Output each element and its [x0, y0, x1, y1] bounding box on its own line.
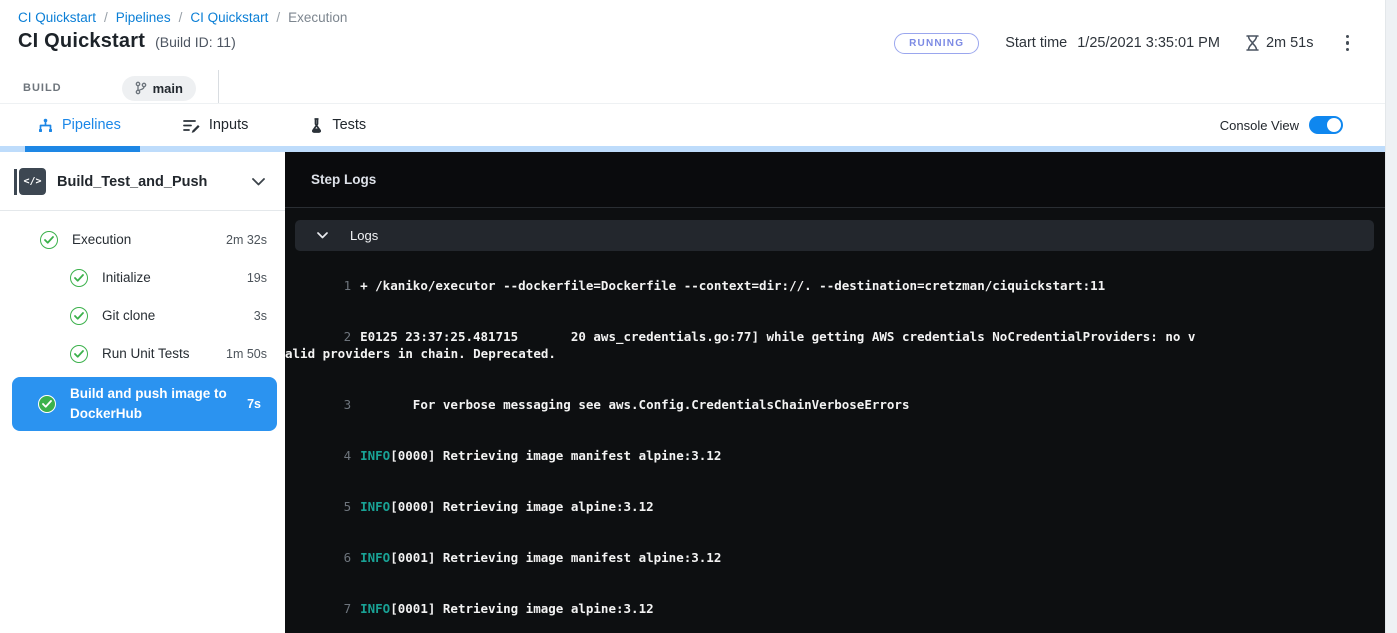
build-type-label: BUILD [23, 82, 62, 94]
chevron-down-icon [317, 232, 328, 239]
log-line-number: 6 [315, 549, 351, 566]
execution-steps-sidebar: </> Build_Test_and_Push Execution 2m 32s… [0, 152, 285, 633]
log-line-number: 1 [315, 277, 351, 294]
log-info-tag: INFO [360, 550, 390, 565]
logs-section-toggle[interactable]: Logs [295, 220, 1374, 251]
success-check-icon [70, 269, 88, 287]
breadcrumb-separator: / [104, 10, 108, 25]
step-duration: 1m 50s [226, 347, 267, 361]
step-duration: 19s [247, 271, 267, 285]
success-check-icon [40, 231, 58, 249]
hourglass-icon [1246, 35, 1259, 51]
console-view-toggle[interactable] [1309, 116, 1343, 134]
log-line-number: 3 [315, 396, 351, 413]
right-gutter [1385, 0, 1397, 633]
log-line: 2E0125 23:37:25.481715 20 aws_credential… [285, 311, 1197, 379]
console-log-output: 1 + /kaniko/executor --dockerfile=Dockerf… [285, 260, 1385, 633]
tab-tests[interactable]: Tests [310, 117, 366, 133]
build-id-label: (Build ID: 11) [155, 34, 236, 50]
success-check-icon [38, 395, 56, 413]
branch-chip[interactable]: main [122, 76, 196, 101]
log-line: 1 + /kaniko/executor --dockerfile=Dockerf… [285, 260, 1197, 311]
status-badge: RUNNING [894, 33, 979, 54]
stage-code-icon: </> [14, 168, 46, 195]
logs-section-label: Logs [350, 228, 378, 243]
step-build-and-push[interactable]: Build and push image to DockerHub 7s [12, 377, 277, 431]
breadcrumb: CI Quickstart / Pipelines / CI Quickstart / Ex… [18, 10, 347, 25]
log-line: 6 INFO[0001] Retrieving image manifest al… [285, 532, 1197, 583]
breadcrumb-separator: / [276, 10, 280, 25]
log-text: [0001] Retrieving image manifest alpine:… [390, 550, 721, 565]
pipeline-execution-page: CI Quickstart / Pipelines / CI Quickstart / Ex… [0, 0, 1385, 633]
page-title: CI Quickstart [18, 30, 145, 53]
log-line: 4 INFO[0000] Retrieving image manifest al… [285, 430, 1197, 481]
log-line-number: 7 [315, 600, 351, 617]
log-line: 5 INFO[0000] Retrieving image alpine:3.12 [285, 481, 1197, 532]
git-branch-icon [135, 81, 147, 95]
log-line: 7 INFO[0001] Retrieving image alpine:3.12 [285, 583, 1197, 633]
breadcrumb-separator: / [179, 10, 183, 25]
log-line-number: 2 [315, 328, 351, 345]
step-initialize[interactable]: Initialize 19s [0, 259, 285, 297]
log-info-tag: INFO [360, 499, 390, 514]
step-git-clone[interactable]: Git clone 3s [0, 297, 285, 335]
pipeline-icon [38, 118, 53, 133]
step-logs-panel: Step Logs Logs 1 + /kaniko/executor --doc… [285, 152, 1385, 633]
divider [218, 70, 219, 106]
step-duration: 2m 32s [226, 233, 267, 247]
stage-header[interactable]: </> Build_Test_and_Push [0, 152, 285, 210]
step-duration: 7s [247, 397, 261, 411]
branch-name: main [153, 81, 183, 96]
log-text: For verbose messaging see aws.Config.Cre… [360, 397, 909, 412]
log-line-number: 4 [315, 447, 351, 464]
step-logs-header: Step Logs [285, 152, 1385, 208]
breadcrumb-item[interactable]: CI Quickstart [190, 10, 268, 25]
log-line: 3 For verbose messaging see aws.Config.C… [285, 379, 1197, 430]
step-duration: 3s [254, 309, 267, 323]
breadcrumb-item[interactable]: Pipelines [116, 10, 171, 25]
log-line-number: 5 [315, 498, 351, 515]
console-view-label: Console View [1220, 118, 1299, 133]
log-info-tag: INFO [360, 448, 390, 463]
tab-bar: Pipelines Inputs Tests Console View [0, 103, 1385, 146]
step-execution[interactable]: Execution 2m 32s [0, 221, 285, 259]
start-time-label: Start time [1005, 35, 1067, 51]
log-text: [0000] Retrieving image alpine:3.12 [390, 499, 653, 514]
log-info-tag: INFO [360, 601, 390, 616]
elapsed-time: 2m 51s [1266, 35, 1314, 51]
log-text: [0001] Retrieving image alpine:3.12 [390, 601, 653, 616]
step-run-unit-tests[interactable]: Run Unit Tests 1m 50s [0, 335, 285, 373]
success-check-icon [70, 307, 88, 325]
flask-icon [310, 118, 323, 133]
inputs-icon [183, 118, 200, 133]
log-text: [0000] Retrieving image manifest alpine:… [390, 448, 721, 463]
tab-pipelines[interactable]: Pipelines [38, 117, 121, 133]
tab-inputs[interactable]: Inputs [183, 117, 249, 133]
log-text: + /kaniko/executor --dockerfile=Dockerfi… [360, 278, 1105, 293]
log-text: E0125 23:37:25.481715 20 aws_credentials… [285, 329, 1195, 361]
page-header: CI Quickstart / Pipelines / CI Quickstart / Ex… [0, 0, 1385, 103]
stage-name: Build_Test_and_Push [57, 174, 252, 190]
breadcrumb-item[interactable]: CI Quickstart [18, 10, 96, 25]
step-logs-title: Step Logs [311, 172, 376, 187]
breadcrumb-item: Execution [288, 10, 347, 25]
start-time-value: 1/25/2021 3:35:01 PM [1077, 35, 1220, 51]
more-options-button[interactable] [1340, 31, 1356, 56]
success-check-icon [70, 345, 88, 363]
chevron-down-icon [252, 178, 265, 186]
